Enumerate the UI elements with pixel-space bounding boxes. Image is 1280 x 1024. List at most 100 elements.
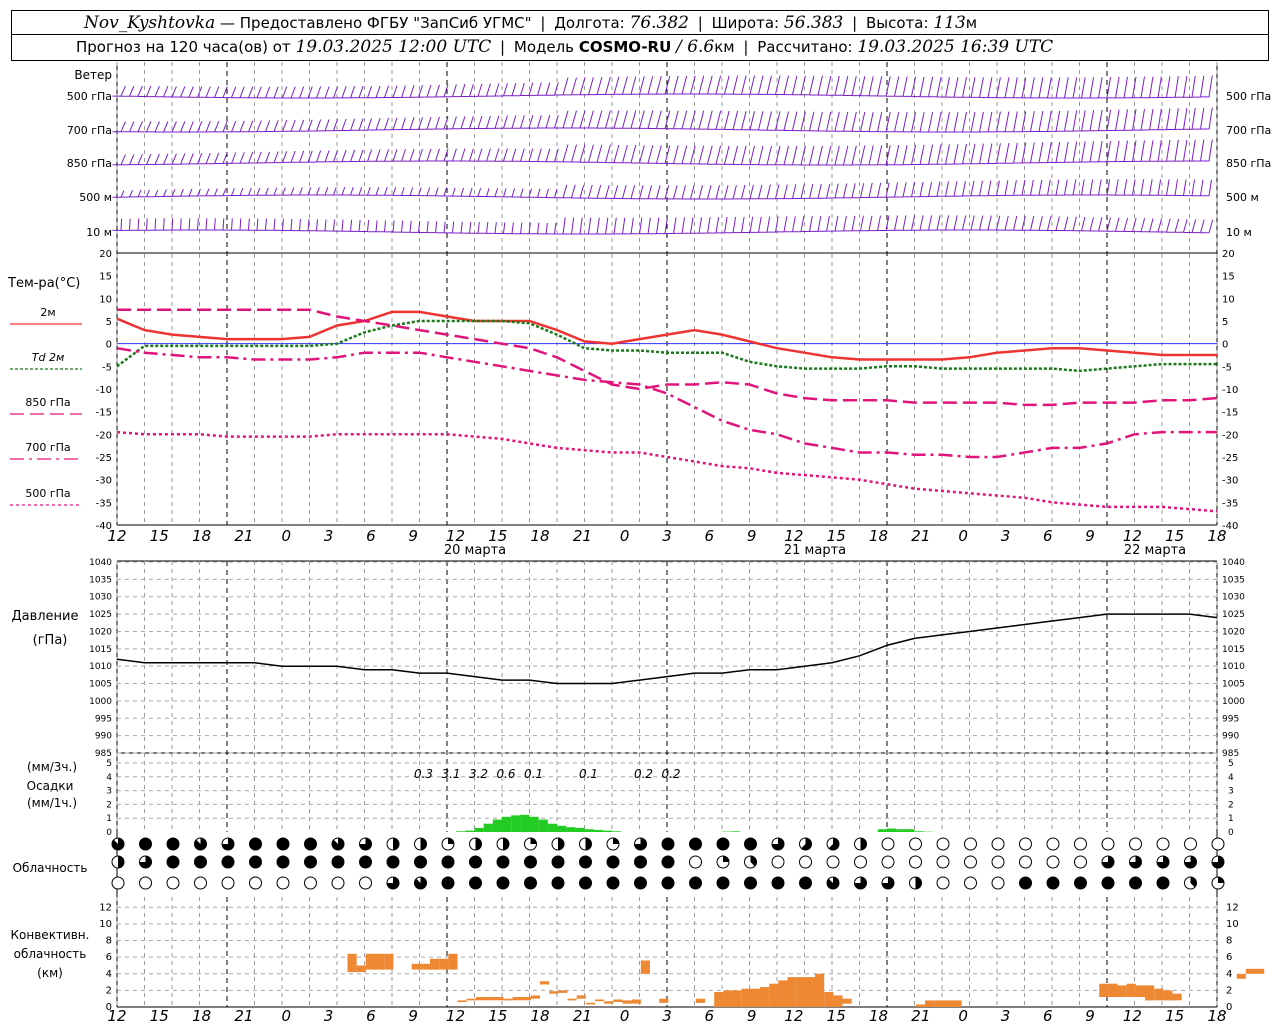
bottom-hour-label-10: 18	[531, 1007, 550, 1024]
cloud-circle	[579, 855, 592, 869]
precip-bar-45	[529, 816, 539, 832]
temp-ytick-right-6: -10	[1222, 385, 1238, 396]
precip-ytick-right-5: 0	[1228, 828, 1234, 838]
precip-total-0: 0.3	[414, 767, 433, 781]
cloud-circle	[661, 855, 675, 869]
cloud-symbol-high-24	[771, 837, 785, 851]
precip-bar-85	[896, 829, 906, 832]
cloud-symbol-low-16	[551, 876, 565, 890]
precip-total-1: 3.1	[441, 767, 460, 781]
temp-hour-label-10: 18	[531, 527, 550, 545]
pressure-title: Давление	[11, 609, 78, 624]
pressure-ytick-right-9: 995	[1222, 714, 1239, 724]
temp-legend-label-0: 2м	[40, 306, 55, 319]
cloud-fill	[475, 838, 482, 850]
conv-title-2: облачность	[14, 947, 87, 961]
cloud-symbol-middle-11	[414, 855, 427, 869]
conv-bar-6	[420, 963, 430, 970]
conv-ytick-left-0: 12	[99, 902, 112, 913]
cloud-circle	[1074, 837, 1087, 851]
cloud-circle	[991, 837, 1005, 851]
temp-ytick-left-4: 0	[106, 340, 112, 351]
cloud-circle	[606, 876, 620, 890]
cloud-symbol-high-14	[496, 837, 510, 851]
precip-bar-84	[887, 828, 897, 832]
cloud-symbol-high-1	[139, 837, 152, 851]
cloud-symbol-low-10	[386, 876, 400, 890]
conv-bar-3	[375, 953, 385, 970]
cloud-circle	[276, 876, 290, 890]
temp-ytick-left-6: -10	[96, 385, 112, 396]
precip-bar-41	[492, 819, 502, 832]
cloud-symbol-middle-17	[579, 855, 592, 869]
conv-bar-30	[640, 960, 650, 974]
cloud-symbol-low-21	[689, 876, 702, 890]
conv-bar-13	[485, 997, 495, 1001]
temp-hour-label-2: 18	[192, 527, 211, 545]
wind-level-label-4: 10 м	[86, 226, 112, 239]
cloud-circle	[441, 855, 455, 869]
conv-bar-11	[466, 998, 476, 1001]
precip-total-4: 0.1	[524, 767, 543, 781]
pressure-ytick-left-9: 995	[95, 714, 112, 724]
temp-hour-label-15: 9	[747, 527, 757, 545]
conv-ytick-right-2: 8	[1226, 936, 1232, 947]
cloud-symbol-low-0	[111, 876, 125, 890]
cloud-fill	[448, 838, 454, 844]
conv-bar-53	[1099, 983, 1109, 997]
bottom-hour-label-3: 21	[234, 1007, 253, 1024]
cloud-symbol-middle-6	[276, 855, 290, 869]
cloud-circle	[964, 837, 977, 851]
conv-bar-51	[943, 1000, 953, 1007]
precip-bar-53	[602, 830, 612, 832]
cloud-symbol-low-32	[991, 876, 1005, 890]
conv-ytick-left-2: 8	[106, 936, 112, 947]
conv-bar-26	[604, 1001, 614, 1004]
temp-ytick-left-5: -5	[102, 362, 112, 373]
conv-ytick-left-1: 10	[99, 919, 112, 930]
cloud-symbol-high-40	[1211, 837, 1225, 851]
conv-bar-9	[448, 953, 458, 970]
conv-bar-32	[695, 998, 705, 1003]
temp-hour-label-7: 9	[408, 527, 418, 545]
cloud-symbol-high-38	[1156, 837, 1170, 851]
conv-bar-12	[475, 997, 485, 1001]
cloud-symbol-middle-1	[139, 855, 152, 869]
conv-bar-61	[1172, 993, 1182, 1001]
precip-bar-40	[483, 823, 493, 832]
precip-bar-86	[905, 829, 915, 832]
pressure-ytick-right-3: 1025	[1222, 610, 1245, 620]
cloud-symbol-high-9	[359, 837, 372, 851]
cloud-circle	[1156, 837, 1170, 851]
cloud-symbol-middle-29	[909, 855, 922, 869]
precip-bar-37	[456, 831, 466, 832]
cloud-symbol-middle-35	[1074, 855, 1087, 869]
cloud-circle	[386, 855, 400, 869]
conv-bar-25	[595, 999, 605, 1002]
cloud-circle	[909, 837, 922, 851]
cloud-symbol-high-27	[854, 837, 867, 851]
cloud-circle	[689, 837, 702, 851]
conv-bar-19	[540, 981, 550, 985]
bottom-hour-label-20: 0	[958, 1007, 968, 1024]
cloud-symbol-high-12	[441, 837, 455, 851]
cloud-circle	[1019, 837, 1032, 851]
bottom-hour-label-15: 9	[747, 1007, 757, 1024]
conv-bar-64	[1255, 968, 1265, 974]
cloud-symbol-high-37	[1129, 837, 1142, 851]
conv-unit: (км)	[37, 966, 63, 980]
bottom-hour-label-16: 12	[784, 1007, 803, 1024]
cloud-symbol-high-19	[634, 837, 647, 851]
cloud-circle	[936, 876, 950, 890]
cloud-symbol-middle-15	[524, 855, 537, 869]
conv-bar-49	[925, 1000, 935, 1007]
cloud-symbol-middle-21	[689, 855, 702, 869]
precip-bar-67	[731, 831, 741, 832]
cloud-symbol-middle-38	[1156, 855, 1170, 869]
temp-ytick-right-5: -5	[1222, 362, 1232, 373]
cloud-symbol-low-28	[881, 876, 895, 890]
conv-bar-57	[1135, 985, 1145, 997]
cloud-circle	[1101, 876, 1115, 890]
temp-legend-label-2: 850 гПа	[25, 396, 70, 409]
temp-ytick-right-11: -35	[1222, 498, 1238, 509]
